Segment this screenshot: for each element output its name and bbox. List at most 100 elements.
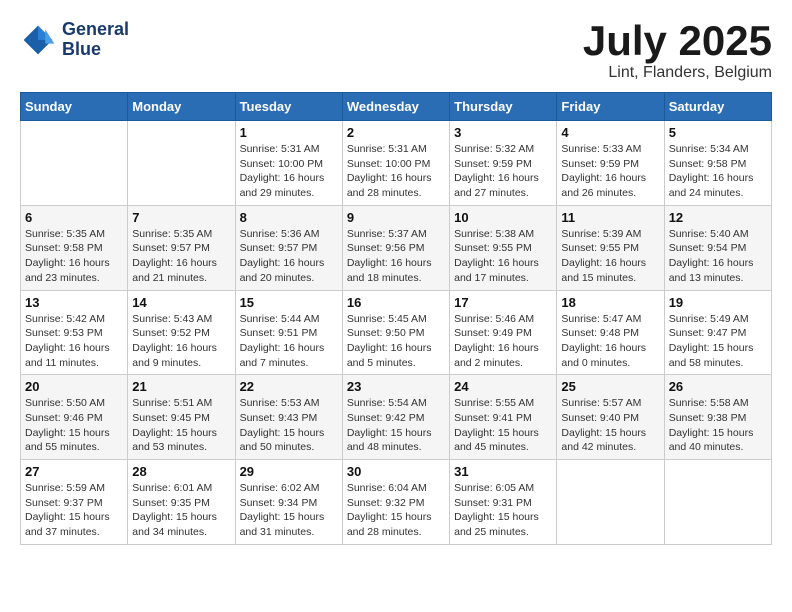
- calendar-cell: 29 Sunrise: 6:02 AM Sunset: 9:34 PM Dayli…: [235, 460, 342, 545]
- page-header: General Blue July 2025 Lint, Flanders, B…: [20, 20, 772, 82]
- day-info: Sunrise: 5:46 AM Sunset: 9:49 PM Dayligh…: [454, 312, 552, 371]
- day-info: Sunrise: 6:04 AM Sunset: 9:32 PM Dayligh…: [347, 481, 445, 540]
- day-number: 4: [561, 125, 659, 140]
- day-info: Sunrise: 5:55 AM Sunset: 9:41 PM Dayligh…: [454, 396, 552, 455]
- day-info: Sunrise: 5:33 AM Sunset: 9:59 PM Dayligh…: [561, 142, 659, 201]
- calendar-cell: 15Sunrise: 5:44 AM Sunset: 9:51 PM Dayli…: [235, 290, 342, 375]
- day-info: Sunrise: 5:36 AM Sunset: 9:57 PM Dayligh…: [240, 227, 338, 286]
- day-number: 1: [240, 125, 338, 140]
- calendar-cell: 26 Sunrise: 5:58 AM Sunset: 9:38 PM Dayli…: [664, 375, 771, 460]
- day-number: 30: [347, 464, 445, 479]
- day-number: 6: [25, 210, 123, 225]
- day-number: 27: [25, 464, 123, 479]
- day-info: Sunrise: 5:51 AM Sunset: 9:45 PM Dayligh…: [132, 396, 230, 455]
- day-info: Sunrise: 5:34 AM Sunset: 9:58 PM Dayligh…: [669, 142, 767, 201]
- day-number: 26: [669, 379, 767, 394]
- weekday-header-saturday: Saturday: [664, 93, 771, 121]
- day-number: 19: [669, 295, 767, 310]
- calendar-cell: 23 Sunrise: 5:54 AM Sunset: 9:42 PM Dayli…: [342, 375, 449, 460]
- calendar-cell: 7 Sunrise: 5:35 AM Sunset: 9:57 PM Daylig…: [128, 205, 235, 290]
- day-info: Sunrise: 5:45 AM Sunset: 9:50 PM Dayligh…: [347, 312, 445, 371]
- day-info: Sunrise: 5:59 AM Sunset: 9:37 PM Dayligh…: [25, 481, 123, 540]
- week-row-5: 27 Sunrise: 5:59 AM Sunset: 9:37 PM Dayli…: [21, 460, 772, 545]
- calendar-cell: 31Sunrise: 6:05 AM Sunset: 9:31 PM Dayli…: [450, 460, 557, 545]
- calendar-cell: 9 Sunrise: 5:37 AM Sunset: 9:56 PM Daylig…: [342, 205, 449, 290]
- day-number: 31: [454, 464, 552, 479]
- calendar-cell: 12 Sunrise: 5:40 AM Sunset: 9:54 PM Dayli…: [664, 205, 771, 290]
- calendar-cell: 3Sunrise: 5:32 AM Sunset: 9:59 PM Daylig…: [450, 121, 557, 206]
- calendar-cell: 11Sunrise: 5:39 AM Sunset: 9:55 PM Dayli…: [557, 205, 664, 290]
- weekday-header-friday: Friday: [557, 93, 664, 121]
- day-info: Sunrise: 5:38 AM Sunset: 9:55 PM Dayligh…: [454, 227, 552, 286]
- weekday-header-wednesday: Wednesday: [342, 93, 449, 121]
- day-info: Sunrise: 5:42 AM Sunset: 9:53 PM Dayligh…: [25, 312, 123, 371]
- week-row-4: 20 Sunrise: 5:50 AM Sunset: 9:46 PM Dayli…: [21, 375, 772, 460]
- logo-text: General Blue: [62, 20, 129, 60]
- day-number: 13: [25, 295, 123, 310]
- day-number: 12: [669, 210, 767, 225]
- calendar-cell: 18 Sunrise: 5:47 AM Sunset: 9:48 PM Dayli…: [557, 290, 664, 375]
- day-info: Sunrise: 5:35 AM Sunset: 9:57 PM Dayligh…: [132, 227, 230, 286]
- day-number: 7: [132, 210, 230, 225]
- day-info: Sunrise: 5:31 AM Sunset: 10:00 PM Daylig…: [347, 142, 445, 201]
- day-info: Sunrise: 5:58 AM Sunset: 9:38 PM Dayligh…: [669, 396, 767, 455]
- calendar-cell: [21, 121, 128, 206]
- calendar-cell: 14 Sunrise: 5:43 AM Sunset: 9:52 PM Dayli…: [128, 290, 235, 375]
- day-number: 8: [240, 210, 338, 225]
- calendar-cell: [664, 460, 771, 545]
- day-number: 23: [347, 379, 445, 394]
- weekday-header-sunday: Sunday: [21, 93, 128, 121]
- day-info: Sunrise: 5:37 AM Sunset: 9:56 PM Dayligh…: [347, 227, 445, 286]
- calendar-cell: 28Sunrise: 6:01 AM Sunset: 9:35 PM Dayli…: [128, 460, 235, 545]
- day-number: 10: [454, 210, 552, 225]
- day-number: 5: [669, 125, 767, 140]
- calendar-cell: 20 Sunrise: 5:50 AM Sunset: 9:46 PM Dayli…: [21, 375, 128, 460]
- title-area: July 2025 Lint, Flanders, Belgium: [583, 20, 772, 82]
- calendar-cell: 24 Sunrise: 5:55 AM Sunset: 9:41 PM Dayli…: [450, 375, 557, 460]
- calendar-cell: 17 Sunrise: 5:46 AM Sunset: 9:49 PM Dayli…: [450, 290, 557, 375]
- day-number: 20: [25, 379, 123, 394]
- calendar-cell: 21Sunrise: 5:51 AM Sunset: 9:45 PM Dayli…: [128, 375, 235, 460]
- calendar-cell: 5 Sunrise: 5:34 AM Sunset: 9:58 PM Daylig…: [664, 121, 771, 206]
- calendar-cell: 10 Sunrise: 5:38 AM Sunset: 9:55 PM Dayli…: [450, 205, 557, 290]
- calendar-cell: [128, 121, 235, 206]
- day-info: Sunrise: 5:40 AM Sunset: 9:54 PM Dayligh…: [669, 227, 767, 286]
- calendar-cell: 27 Sunrise: 5:59 AM Sunset: 9:37 PM Dayli…: [21, 460, 128, 545]
- day-info: Sunrise: 5:35 AM Sunset: 9:58 PM Dayligh…: [25, 227, 123, 286]
- calendar-cell: 2Sunrise: 5:31 AM Sunset: 10:00 PM Dayli…: [342, 121, 449, 206]
- day-number: 24: [454, 379, 552, 394]
- day-info: Sunrise: 5:50 AM Sunset: 9:46 PM Dayligh…: [25, 396, 123, 455]
- logo: General Blue: [20, 20, 129, 60]
- day-number: 14: [132, 295, 230, 310]
- week-row-1: 1 Sunrise: 5:31 AM Sunset: 10:00 PM Dayli…: [21, 121, 772, 206]
- calendar: SundayMondayTuesdayWednesdayThursdayFrid…: [20, 92, 772, 545]
- day-info: Sunrise: 5:31 AM Sunset: 10:00 PM Daylig…: [240, 142, 338, 201]
- day-info: Sunrise: 5:47 AM Sunset: 9:48 PM Dayligh…: [561, 312, 659, 371]
- calendar-cell: 13 Sunrise: 5:42 AM Sunset: 9:53 PM Dayli…: [21, 290, 128, 375]
- day-info: Sunrise: 6:02 AM Sunset: 9:34 PM Dayligh…: [240, 481, 338, 540]
- weekday-header-monday: Monday: [128, 93, 235, 121]
- calendar-cell: 4 Sunrise: 5:33 AM Sunset: 9:59 PM Daylig…: [557, 121, 664, 206]
- day-number: 29: [240, 464, 338, 479]
- day-number: 9: [347, 210, 445, 225]
- day-info: Sunrise: 5:53 AM Sunset: 9:43 PM Dayligh…: [240, 396, 338, 455]
- day-number: 17: [454, 295, 552, 310]
- weekday-header-row: SundayMondayTuesdayWednesdayThursdayFrid…: [21, 93, 772, 121]
- location: Lint, Flanders, Belgium: [583, 64, 772, 82]
- day-number: 22: [240, 379, 338, 394]
- month-title: July 2025: [583, 20, 772, 62]
- day-info: Sunrise: 5:43 AM Sunset: 9:52 PM Dayligh…: [132, 312, 230, 371]
- weekday-header-thursday: Thursday: [450, 93, 557, 121]
- day-info: Sunrise: 5:32 AM Sunset: 9:59 PM Dayligh…: [454, 142, 552, 201]
- logo-icon: [20, 22, 56, 58]
- calendar-cell: 30 Sunrise: 6:04 AM Sunset: 9:32 PM Dayli…: [342, 460, 449, 545]
- calendar-cell: [557, 460, 664, 545]
- day-info: Sunrise: 5:44 AM Sunset: 9:51 PM Dayligh…: [240, 312, 338, 371]
- week-row-2: 6 Sunrise: 5:35 AM Sunset: 9:58 PM Daylig…: [21, 205, 772, 290]
- day-number: 11: [561, 210, 659, 225]
- day-number: 18: [561, 295, 659, 310]
- day-info: Sunrise: 5:57 AM Sunset: 9:40 PM Dayligh…: [561, 396, 659, 455]
- calendar-cell: 1 Sunrise: 5:31 AM Sunset: 10:00 PM Dayli…: [235, 121, 342, 206]
- week-row-3: 13 Sunrise: 5:42 AM Sunset: 9:53 PM Dayli…: [21, 290, 772, 375]
- day-info: Sunrise: 5:54 AM Sunset: 9:42 PM Dayligh…: [347, 396, 445, 455]
